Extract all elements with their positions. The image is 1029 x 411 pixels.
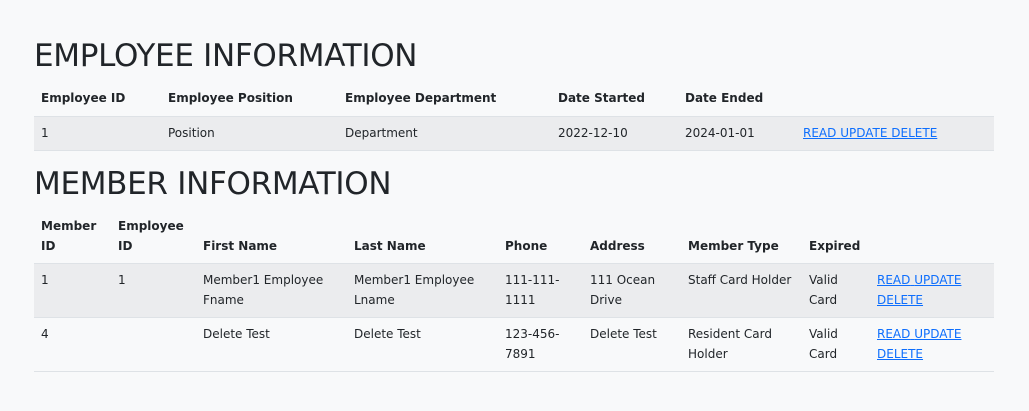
- expired: Valid Card: [802, 263, 870, 318]
- member-type: Staff Card Holder: [681, 263, 802, 318]
- expired: Valid Card: [802, 317, 870, 372]
- date-ended: 2024-01-01: [678, 116, 796, 151]
- col-employee-department: Employee Department: [338, 83, 551, 117]
- col-employee-id: Employee ID: [34, 83, 161, 117]
- col-employee-position: Employee Position: [161, 83, 338, 117]
- phone: 123-456-7891: [498, 317, 583, 372]
- update-link[interactable]: UPDATE: [840, 126, 887, 140]
- delete-link[interactable]: DELETE: [877, 347, 923, 361]
- employee-heading: EMPLOYEE INFORMATION: [34, 38, 418, 74]
- actions: READ UPDATE DELETE: [870, 263, 994, 318]
- read-link[interactable]: READ: [803, 126, 836, 140]
- address: Delete Test: [583, 317, 681, 372]
- table-row: 1 Position Department 2022-12-10 2024-01…: [34, 116, 994, 151]
- employee-position: Position: [161, 116, 338, 151]
- table-row: 1 1 Member1 Employee Fname Member1 Emplo…: [34, 263, 994, 318]
- date-started: 2022-12-10: [551, 116, 678, 151]
- member-type: Resident Card Holder: [681, 317, 802, 372]
- col-expired: Expired: [802, 211, 870, 264]
- member-id: 4: [34, 317, 111, 372]
- first-name: Delete Test: [196, 317, 347, 372]
- col-date-ended: Date Ended: [678, 83, 796, 117]
- col-phone: Phone: [498, 211, 583, 264]
- col-actions: [870, 211, 994, 264]
- phone: 111-111-1111: [498, 263, 583, 318]
- employee-id: 1: [111, 263, 196, 318]
- col-date-started: Date Started: [551, 83, 678, 117]
- col-first-name: First Name: [196, 211, 347, 264]
- update-link[interactable]: UPDATE: [914, 273, 961, 287]
- employee-department: Department: [338, 116, 551, 151]
- member-heading: MEMBER INFORMATION: [34, 166, 392, 202]
- delete-link[interactable]: DELETE: [891, 126, 937, 140]
- employee-id: [111, 317, 196, 372]
- col-employee-id: Employee ID: [111, 211, 196, 264]
- col-member-type: Member Type: [681, 211, 802, 264]
- update-link[interactable]: UPDATE: [914, 327, 961, 341]
- actions: READ UPDATE DELETE: [870, 317, 994, 372]
- read-link[interactable]: READ: [877, 273, 910, 287]
- actions: READ UPDATE DELETE: [796, 116, 994, 151]
- delete-link[interactable]: DELETE: [877, 293, 923, 307]
- page-content: EMPLOYEE INFORMATION Employee ID Employe…: [34, 0, 994, 372]
- first-name: Member1 Employee Fname: [196, 263, 347, 318]
- employee-id: 1: [34, 116, 161, 151]
- member-id: 1: [34, 263, 111, 318]
- col-actions: [796, 83, 994, 117]
- col-member-id: Member ID: [34, 211, 111, 264]
- last-name: Member1 Employee Lname: [347, 263, 498, 318]
- last-name: Delete Test: [347, 317, 498, 372]
- col-last-name: Last Name: [347, 211, 498, 264]
- col-address: Address: [583, 211, 681, 264]
- read-link[interactable]: READ: [877, 327, 910, 341]
- address: 111 Ocean Drive: [583, 263, 681, 318]
- table-row: 4 Delete Test Delete Test 123-456-7891 D…: [34, 317, 994, 372]
- member-table: Member ID Employee ID First Name Last Na…: [34, 211, 994, 372]
- employee-table: Employee ID Employee Position Employee D…: [34, 83, 994, 151]
